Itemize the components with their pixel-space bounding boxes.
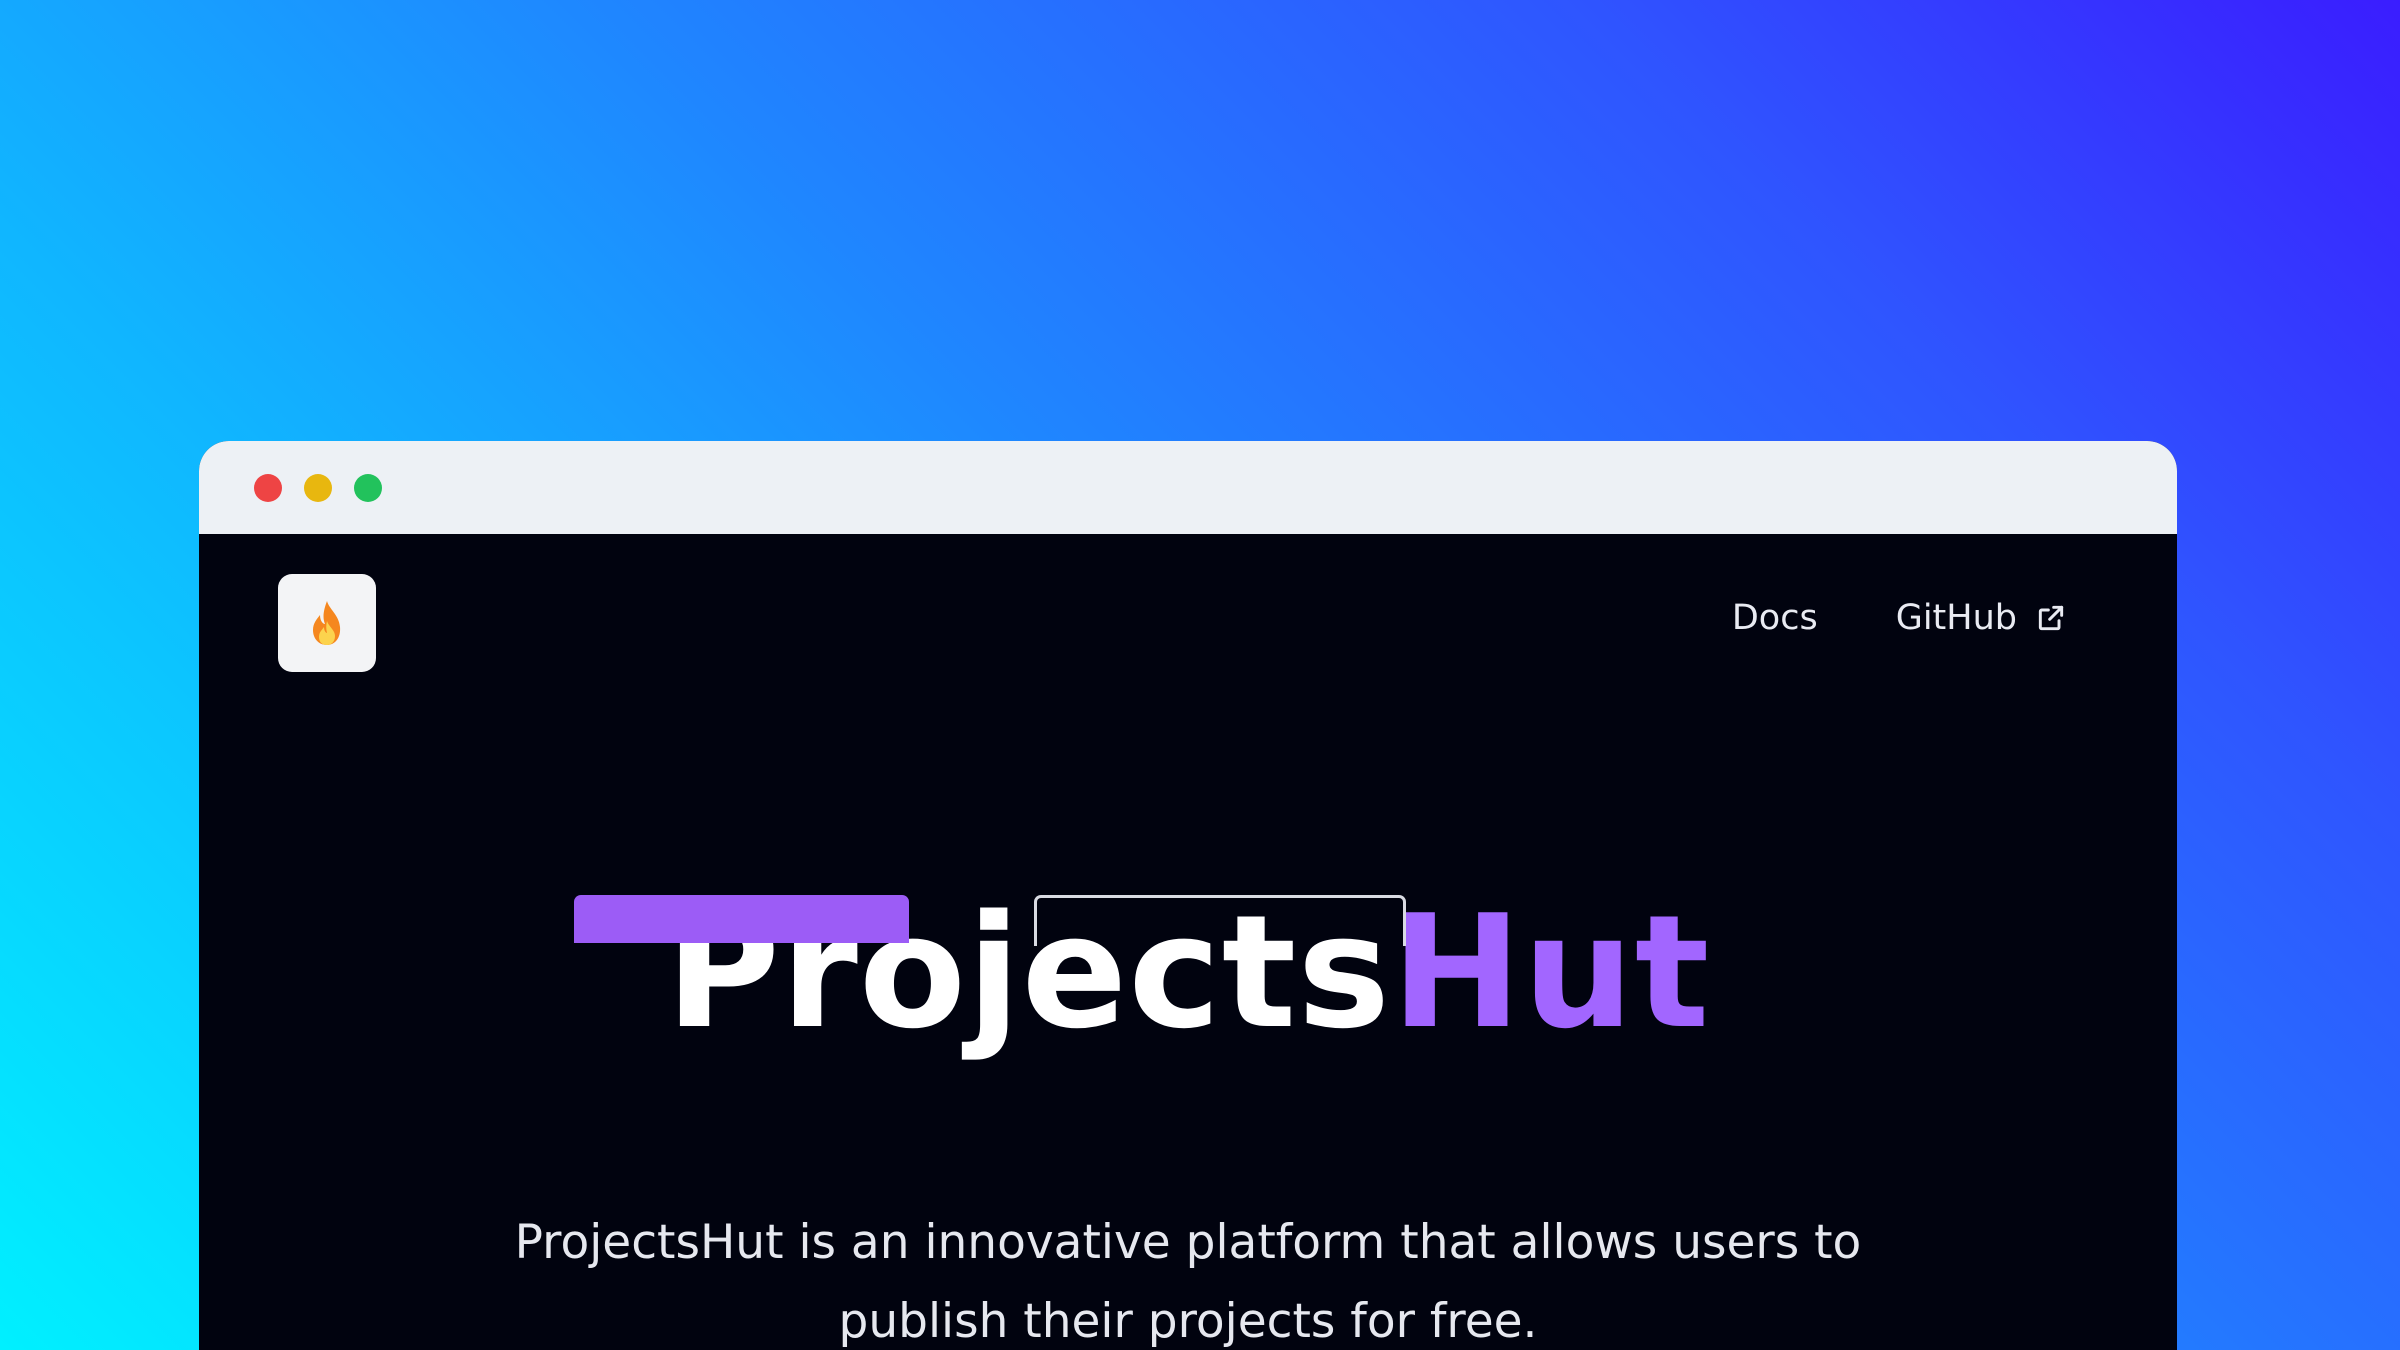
nav-github-link[interactable]: GitHub bbox=[1896, 598, 2067, 638]
close-window-button[interactable] bbox=[254, 473, 282, 502]
home-logo-button[interactable] bbox=[278, 574, 376, 672]
primary-cta-button[interactable] bbox=[574, 895, 909, 943]
nav-docs-label: Docs bbox=[1731, 598, 1818, 638]
fire-icon bbox=[313, 601, 341, 645]
maximize-window-button[interactable] bbox=[354, 473, 382, 502]
external-link-icon bbox=[2035, 602, 2067, 634]
hero-description: ProjectsHut is an innovative platform th… bbox=[514, 1215, 1862, 1349]
minimize-window-button[interactable] bbox=[304, 473, 332, 502]
window-titlebar bbox=[199, 441, 2177, 534]
nav-docs-link[interactable]: Docs bbox=[1732, 598, 1818, 638]
top-navigation: Docs GitHub bbox=[1732, 598, 2067, 638]
hero-title-accent: Hut bbox=[1391, 881, 1711, 1063]
nav-github-label: GitHub bbox=[1895, 598, 2017, 638]
secondary-cta-button[interactable] bbox=[1034, 895, 1406, 946]
